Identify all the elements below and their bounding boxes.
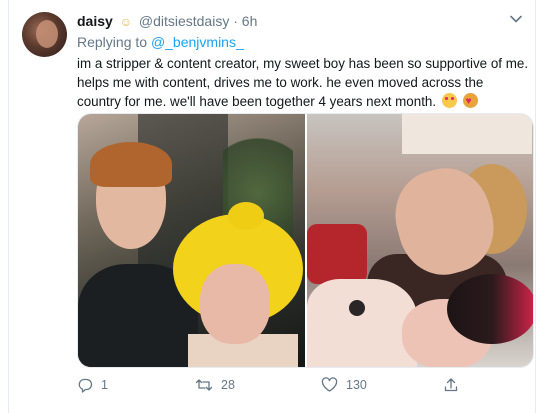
- tweet-card[interactable]: daisy ☺ @ditsiestdaisy · 6h Replying to …: [8, 0, 536, 413]
- tweet-media[interactable]: [77, 113, 534, 368]
- user-handle[interactable]: @ditsiestdaisy: [139, 13, 229, 29]
- replying-to-label: Replying to: [77, 34, 148, 50]
- tweet-text: im a stripper & content creator, my swee…: [77, 54, 529, 111]
- photo-1[interactable]: [78, 114, 305, 367]
- retweet-count: 28: [221, 378, 235, 392]
- like-count: 130: [346, 378, 367, 392]
- replying-to: Replying to @_benjvmins_: [77, 34, 244, 50]
- display-name[interactable]: daisy: [77, 13, 113, 29]
- reply-icon: [78, 378, 93, 393]
- chevron-down-icon[interactable]: [509, 12, 523, 26]
- hearts-emoji-icon: [462, 92, 478, 111]
- smiling-face-with-hearts-emoji-icon: [441, 93, 457, 108]
- avatar[interactable]: [22, 12, 67, 57]
- replying-to-handle-link[interactable]: @_benjvmins_: [151, 34, 244, 50]
- share-button[interactable]: [443, 377, 467, 393]
- photo-2[interactable]: [306, 114, 533, 367]
- retweet-button[interactable]: 28: [195, 377, 235, 393]
- timestamp[interactable]: 6h: [242, 13, 258, 29]
- share-icon: [444, 378, 458, 392]
- angel-emoji-badge-icon: ☺: [119, 15, 132, 29]
- tweet-actions: 1 28 130: [77, 377, 497, 399]
- tweet-body: im a stripper & content creator, my swee…: [77, 56, 529, 109]
- reply-count: 1: [101, 378, 108, 392]
- time-separator: ·: [233, 13, 238, 29]
- reply-button[interactable]: 1: [77, 377, 108, 393]
- tweet-header: daisy ☺ @ditsiestdaisy · 6h: [77, 13, 257, 29]
- retweet-icon: [195, 379, 213, 391]
- like-button[interactable]: 130: [321, 377, 367, 393]
- like-icon: [321, 377, 338, 392]
